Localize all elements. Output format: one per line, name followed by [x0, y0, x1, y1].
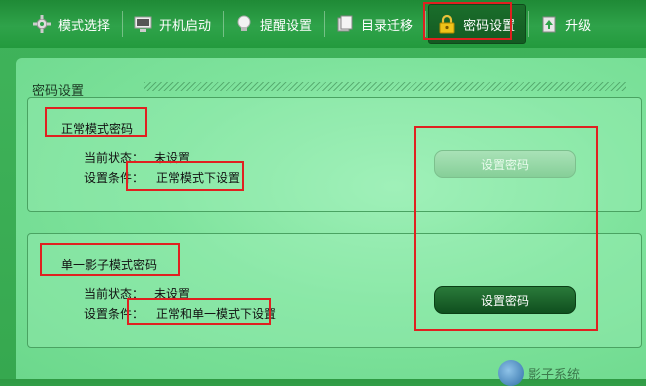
tab-label: 密码设置 — [463, 18, 516, 34]
logo: 影子系统 — [498, 360, 580, 386]
tab-label: 提醒设置 — [260, 18, 313, 34]
group-title: 正常模式密码 — [61, 122, 134, 136]
tab-label: 目录迁移 — [361, 18, 414, 34]
top-toolbar: 模式选择 开机启动 提醒设置 目录迁移 密码设置 升级 — [0, 0, 646, 48]
status-label: 当前状态： — [84, 287, 145, 301]
condition-label: 设置条件： — [84, 307, 145, 321]
status-value: 未设置 — [154, 287, 191, 301]
toolbar-divider — [528, 11, 530, 37]
condition-value: 正常和单一模式下设置 — [156, 307, 277, 321]
monitor-icon — [133, 14, 153, 34]
upgrade-icon — [539, 14, 559, 34]
condition-row: 设置条件： 正常模式下设置 — [84, 169, 240, 186]
normal-mode-group: 正常模式密码 当前状态： 未设置 设置条件： 正常模式下设置 设置密码 — [27, 97, 642, 212]
tab-password-settings[interactable]: 密码设置 — [428, 4, 527, 44]
tab-mode-select[interactable]: 模式选择 — [24, 7, 120, 41]
status-value: 未设置 — [154, 151, 191, 165]
logo-icon — [498, 360, 524, 386]
toolbar-divider — [425, 11, 427, 37]
gear-icon — [32, 14, 52, 34]
tab-label: 升级 — [565, 18, 592, 34]
logo-text: 影子系统 — [528, 367, 581, 383]
tab-boot-start[interactable]: 开机启动 — [125, 7, 221, 41]
bulb-icon — [234, 14, 254, 34]
status-label: 当前状态： — [84, 151, 145, 165]
condition-row: 设置条件： 正常和单一模式下设置 — [84, 305, 276, 322]
single-shadow-mode-group: 单一影子模式密码 当前状态： 未设置 设置条件： 正常和单一模式下设置 设置密码 — [27, 233, 642, 348]
condition-value: 正常模式下设置 — [156, 171, 241, 185]
set-password-button-single[interactable]: 设置密码 — [434, 286, 576, 314]
toolbar-divider — [324, 11, 326, 37]
set-password-button-normal[interactable]: 设置密码 — [434, 150, 576, 178]
folder-icon — [335, 14, 355, 34]
tab-upgrade[interactable]: 升级 — [531, 7, 601, 41]
condition-label: 设置条件： — [84, 171, 145, 185]
toolbar-divider — [122, 11, 124, 37]
status-row: 当前状态： 未设置 — [84, 285, 190, 302]
tab-directory-migration[interactable]: 目录迁移 — [327, 7, 423, 41]
lock-icon — [437, 14, 457, 34]
tab-label: 开机启动 — [159, 18, 212, 34]
tab-label: 模式选择 — [58, 18, 111, 34]
status-row: 当前状态： 未设置 — [84, 149, 190, 166]
toolbar-divider — [223, 11, 225, 37]
tab-reminder-settings[interactable]: 提醒设置 — [226, 7, 322, 41]
title-hatch-divider — [144, 82, 626, 91]
password-settings-panel: 密码设置 正常模式密码 当前状态： 未设置 设置条件： 正常模式下设置 设置密码… — [16, 58, 646, 379]
group-title: 单一影子模式密码 — [61, 258, 158, 272]
